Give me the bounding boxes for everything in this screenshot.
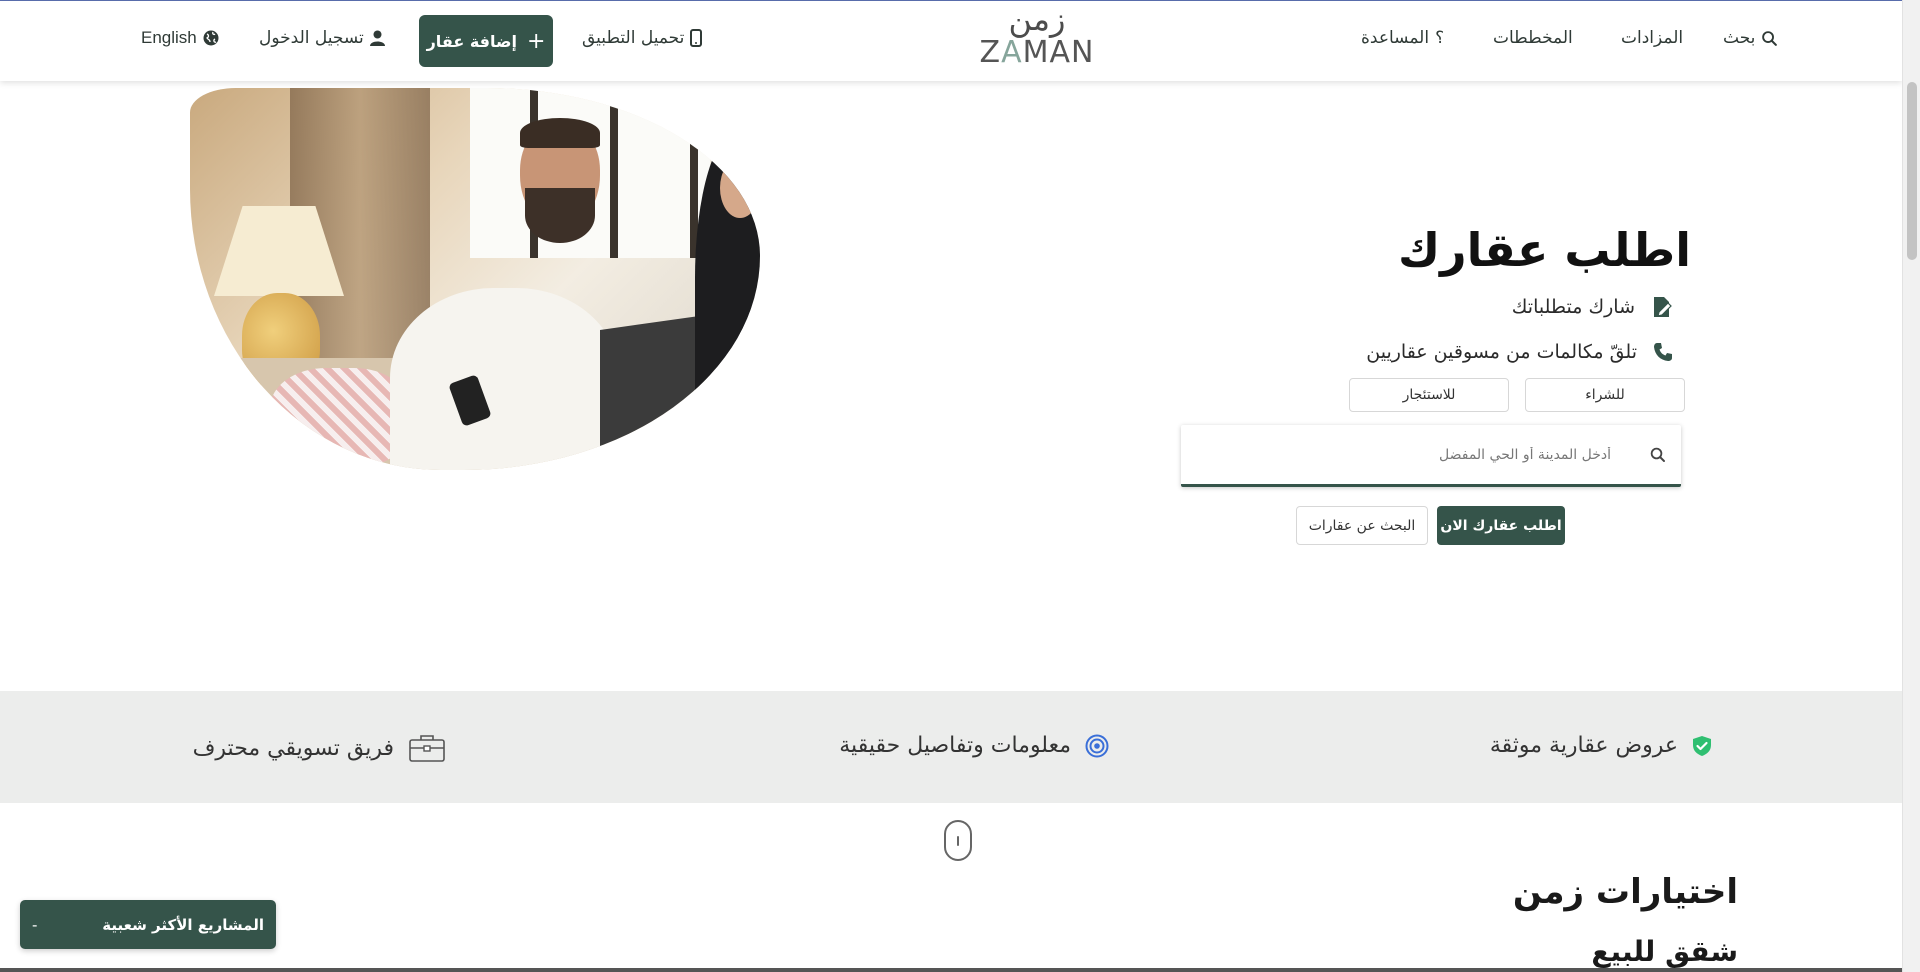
hero-image-hair <box>520 118 600 148</box>
hero-image-beard <box>525 188 595 243</box>
question-icon: ؟ <box>1435 28 1445 48</box>
login-label: تسجيل الدخول <box>259 28 364 48</box>
hero-image-window-bar <box>610 88 618 258</box>
scroll-down-indicator[interactable] <box>944 820 972 861</box>
nav-help[interactable]: المساعدة ؟ <box>1361 28 1444 48</box>
user-icon <box>369 30 385 46</box>
plus-icon: + <box>526 28 546 54</box>
mode-rent-button[interactable]: للاستئجار <box>1349 378 1509 412</box>
nav-search[interactable]: بحث <box>1723 28 1778 48</box>
hero-image-woman-face <box>720 158 760 218</box>
popular-projects-label: المشاريع الأكثر شعبية <box>102 915 264 934</box>
nav-auctions-label: المزادات <box>1621 28 1684 48</box>
scroll-indicator-dot <box>957 836 959 846</box>
mobile-phone-icon <box>690 29 703 47</box>
nav-auctions[interactable]: المزادات <box>1621 28 1683 48</box>
add-property-button[interactable]: إضافة عقار + <box>419 15 553 67</box>
file-edit-icon <box>1654 297 1672 317</box>
features-band: عروض عقارية موثقة معلومات وتفاصيل حقيقية… <box>0 691 1902 803</box>
logo-english: ZAMAN <box>978 38 1096 68</box>
language-label: English <box>141 28 197 47</box>
nav-plans-label: المخططات <box>1493 28 1573 48</box>
phone-icon <box>1654 343 1672 361</box>
nav-search-label: بحث <box>1723 28 1756 48</box>
request-property-button[interactable]: اطلب عقارك الان <box>1437 506 1565 545</box>
location-search-box <box>1181 425 1681 487</box>
add-property-label: إضافة عقار <box>426 31 517 51</box>
zaman-logo[interactable]: زمن ZAMAN <box>978 3 1096 68</box>
hero-image-ghutra <box>270 368 410 468</box>
bottom-edge <box>0 968 1902 972</box>
download-app-link[interactable]: تحميل التطبيق <box>582 28 703 48</box>
search-properties-button[interactable]: البحث عن عقارات <box>1296 506 1428 545</box>
nav-help-label: المساعدة <box>1361 28 1430 48</box>
popular-projects-widget[interactable]: المشاريع الأكثر شعبية - <box>20 900 276 949</box>
feature-receive-calls: تلقّ مكالمات من مسوقين عقاريين <box>1366 341 1673 363</box>
band-item-real-info: معلومات وتفاصيل حقيقية <box>839 733 1109 758</box>
globe-icon <box>203 30 219 46</box>
feature-share-requirements: شارك متطلباتك <box>1512 296 1673 318</box>
shield-check-icon <box>1693 735 1711 756</box>
band-marketing-label: فريق تسويقي محترف <box>192 735 394 761</box>
page-scrollbar[interactable] <box>1902 0 1920 972</box>
scrollbar-thumb[interactable] <box>1907 82 1917 260</box>
nav-plans[interactable]: المخططات <box>1493 28 1573 48</box>
logo-letters-man: MAN <box>1022 35 1095 70</box>
band-item-marketing-team: فريق تسويقي محترف <box>193 733 446 763</box>
zaman-picks-title: اختيارات زمن <box>1512 872 1738 912</box>
mode-buy-button[interactable]: للشراء <box>1525 378 1685 412</box>
logo-arabic: زمن <box>1008 0 1066 38</box>
feature-share-label: شارك متطلباتك <box>1511 296 1635 318</box>
logo-letter-z: Z <box>979 35 1002 70</box>
hero-title: اطلب عقارك <box>1397 223 1691 277</box>
language-switcher[interactable]: English <box>141 28 219 48</box>
band-item-verified-offers: عروض عقارية موثقة <box>1490 733 1712 758</box>
briefcase-icon <box>409 735 445 762</box>
band-verified-label: عروض عقارية موثقة <box>1489 733 1678 758</box>
band-real-info-label: معلومات وتفاصيل حقيقية <box>839 733 1071 758</box>
top-navbar: بحث المزادات المخططات المساعدة ؟ زمن ZAM… <box>0 1 1902 81</box>
login-link[interactable]: تسجيل الدخول <box>259 28 385 48</box>
feature-calls-label: تلقّ مكالمات من مسوقين عقاريين <box>1366 341 1637 363</box>
search-icon[interactable] <box>1649 446 1667 464</box>
target-icon <box>1085 734 1109 757</box>
collapse-toggle-icon[interactable]: - <box>32 916 37 934</box>
location-search-input[interactable] <box>1181 425 1641 484</box>
search-icon <box>1762 30 1778 46</box>
hero-family-image <box>190 88 760 470</box>
download-app-label: تحميل التطبيق <box>582 28 685 48</box>
hero-image-man <box>390 288 620 470</box>
logo-letter-a: A <box>1001 35 1023 70</box>
apartments-for-sale-subtitle: شقق للبيع <box>1591 935 1738 968</box>
